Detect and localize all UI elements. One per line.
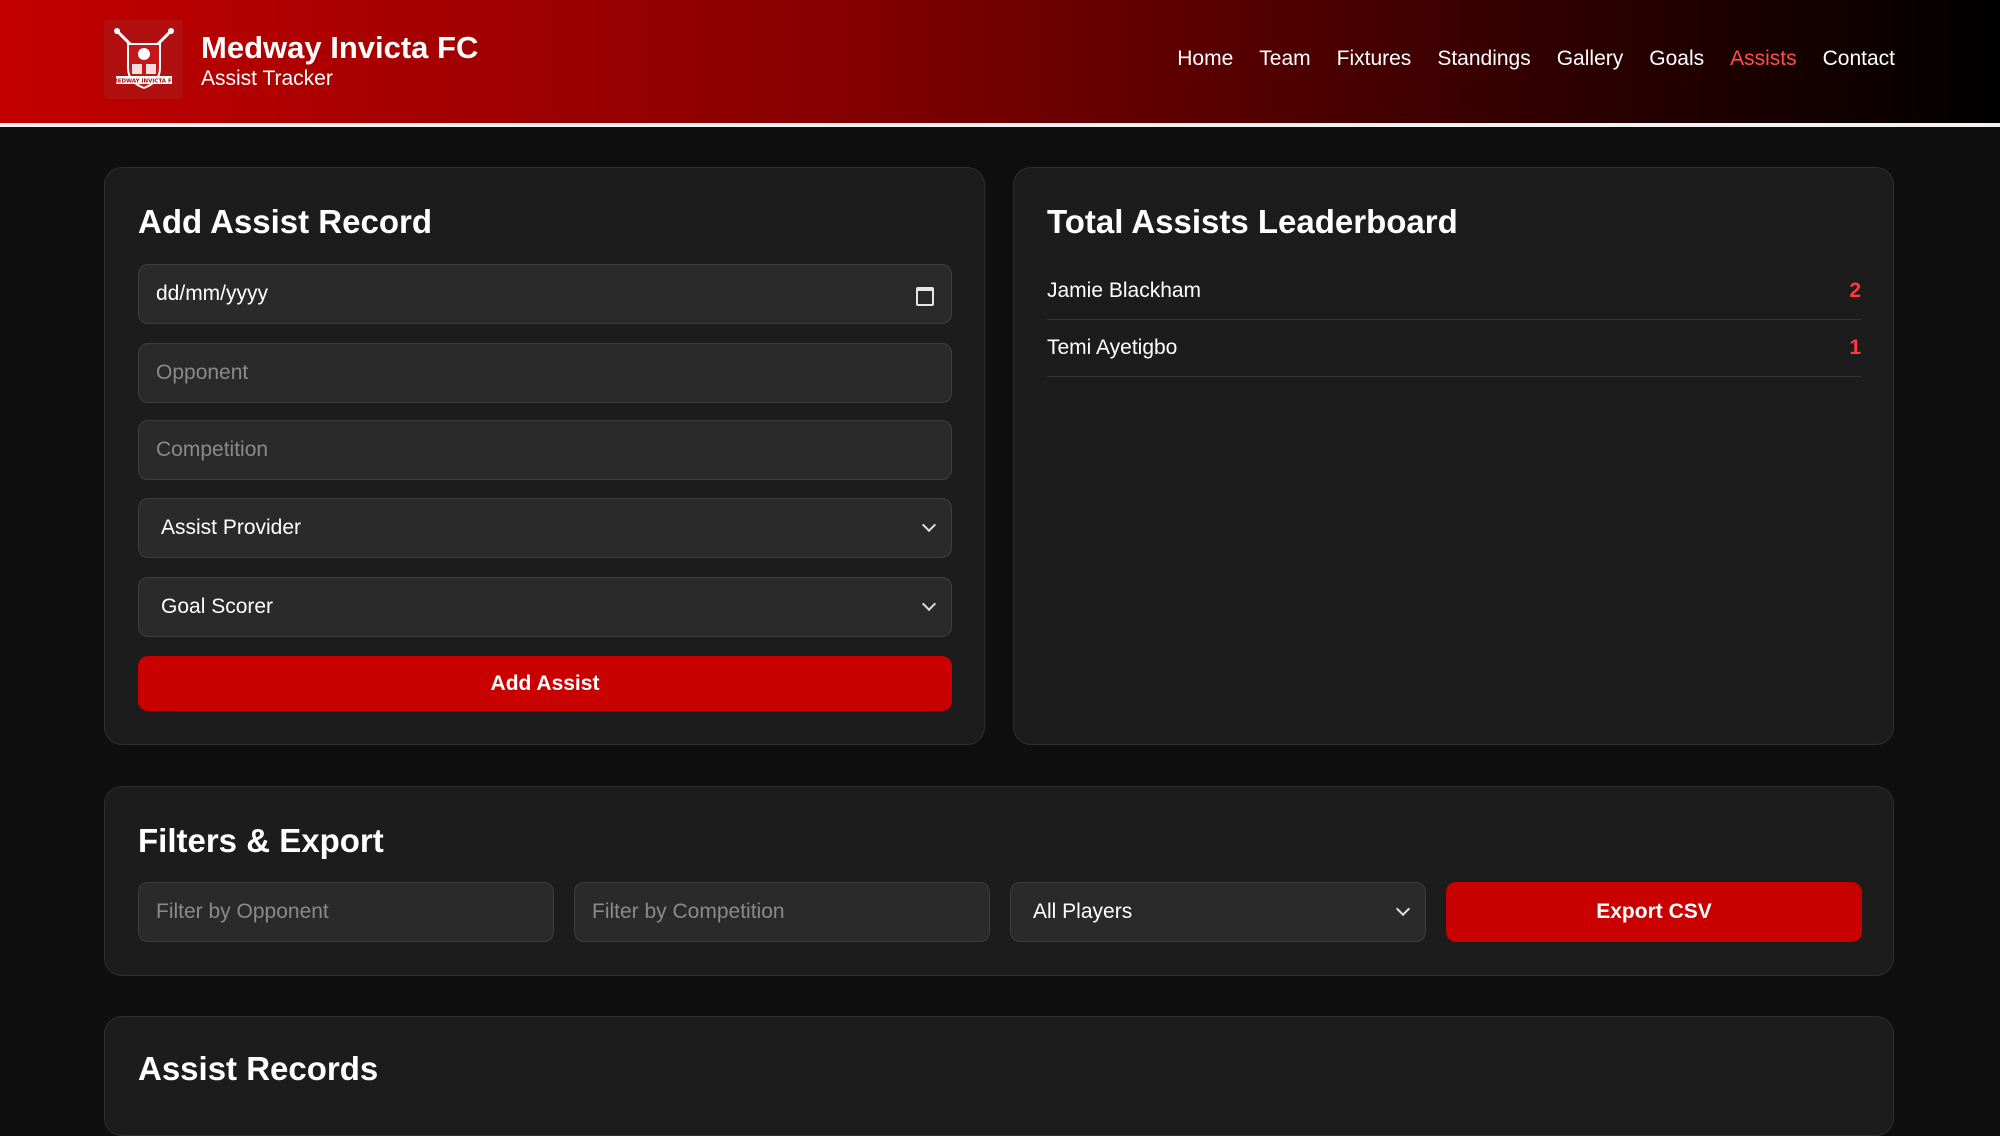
leaderboard-row: Jamie Blackham 2 — [1047, 263, 1861, 320]
nav-standings[interactable]: Standings — [1437, 46, 1530, 72]
records-card: Assist Records — [104, 1016, 1894, 1136]
goal-scorer-select[interactable]: Goal Scorer — [138, 577, 952, 637]
players-select-value: All Players — [1033, 900, 1133, 923]
filters-card: Filters & Export All Players Export CSV — [104, 786, 1894, 976]
chevron-down-icon — [921, 596, 937, 612]
assist-count: 1 — [1849, 336, 1861, 359]
leaderboard-title: Total Assists Leaderboard — [1047, 203, 1458, 240]
nav-team[interactable]: Team — [1259, 46, 1310, 72]
leaderboard-row: Temi Ayetigbo 1 — [1047, 320, 1861, 377]
add-assist-button[interactable]: Add Assist — [138, 656, 952, 711]
opponent-input[interactable] — [138, 343, 952, 403]
leaderboard-card: Total Assists Leaderboard Jamie Blackham… — [1013, 167, 1894, 745]
site-header: MEDWAY INVICTA FC Medway Invicta FC Assi… — [0, 0, 2000, 127]
filter-opponent-input[interactable] — [138, 882, 554, 942]
players-select[interactable]: All Players — [1010, 882, 1426, 942]
filter-competition-input[interactable] — [574, 882, 990, 942]
nav-assists[interactable]: Assists — [1730, 46, 1797, 72]
svg-text:MEDWAY INVICTA FC: MEDWAY INVICTA FC — [112, 78, 176, 84]
filters-title: Filters & Export — [138, 822, 384, 859]
records-title: Assist Records — [138, 1050, 379, 1087]
nav-home[interactable]: Home — [1177, 46, 1233, 72]
nav-goals[interactable]: Goals — [1649, 46, 1704, 72]
assist-provider-select[interactable]: Assist Provider — [138, 498, 952, 558]
export-csv-button[interactable]: Export CSV — [1446, 882, 1862, 942]
site-title: Medway Invicta FC — [201, 30, 479, 65]
date-input[interactable]: dd/mm/yyyy — [138, 264, 952, 324]
brand: Medway Invicta FC Assist Tracker — [201, 30, 478, 92]
date-placeholder: dd/mm/yyyy — [156, 282, 269, 305]
goal-scorer-value: Goal Scorer — [161, 595, 274, 618]
add-assist-card: Add Assist Record dd/mm/yyyy Assist Prov… — [104, 167, 985, 745]
assist-provider-value: Assist Provider — [161, 516, 302, 539]
assist-count: 2 — [1849, 279, 1861, 302]
chevron-down-icon — [921, 517, 937, 533]
add-assist-title: Add Assist Record — [138, 203, 433, 240]
site-subtitle: Assist Tracker — [201, 67, 333, 90]
nav-contact[interactable]: Contact — [1823, 46, 1895, 72]
club-crest-icon[interactable]: MEDWAY INVICTA FC — [104, 20, 183, 99]
nav-gallery[interactable]: Gallery — [1557, 46, 1624, 72]
player-name: Temi Ayetigbo — [1047, 336, 1178, 359]
main-nav: Home Team Fixtures Standings Gallery Goa… — [1177, 46, 1895, 72]
competition-input[interactable] — [138, 420, 952, 480]
player-name: Jamie Blackham — [1047, 279, 1202, 302]
calendar-icon[interactable] — [914, 284, 934, 306]
nav-fixtures[interactable]: Fixtures — [1337, 46, 1412, 72]
chevron-down-icon — [1395, 901, 1411, 917]
